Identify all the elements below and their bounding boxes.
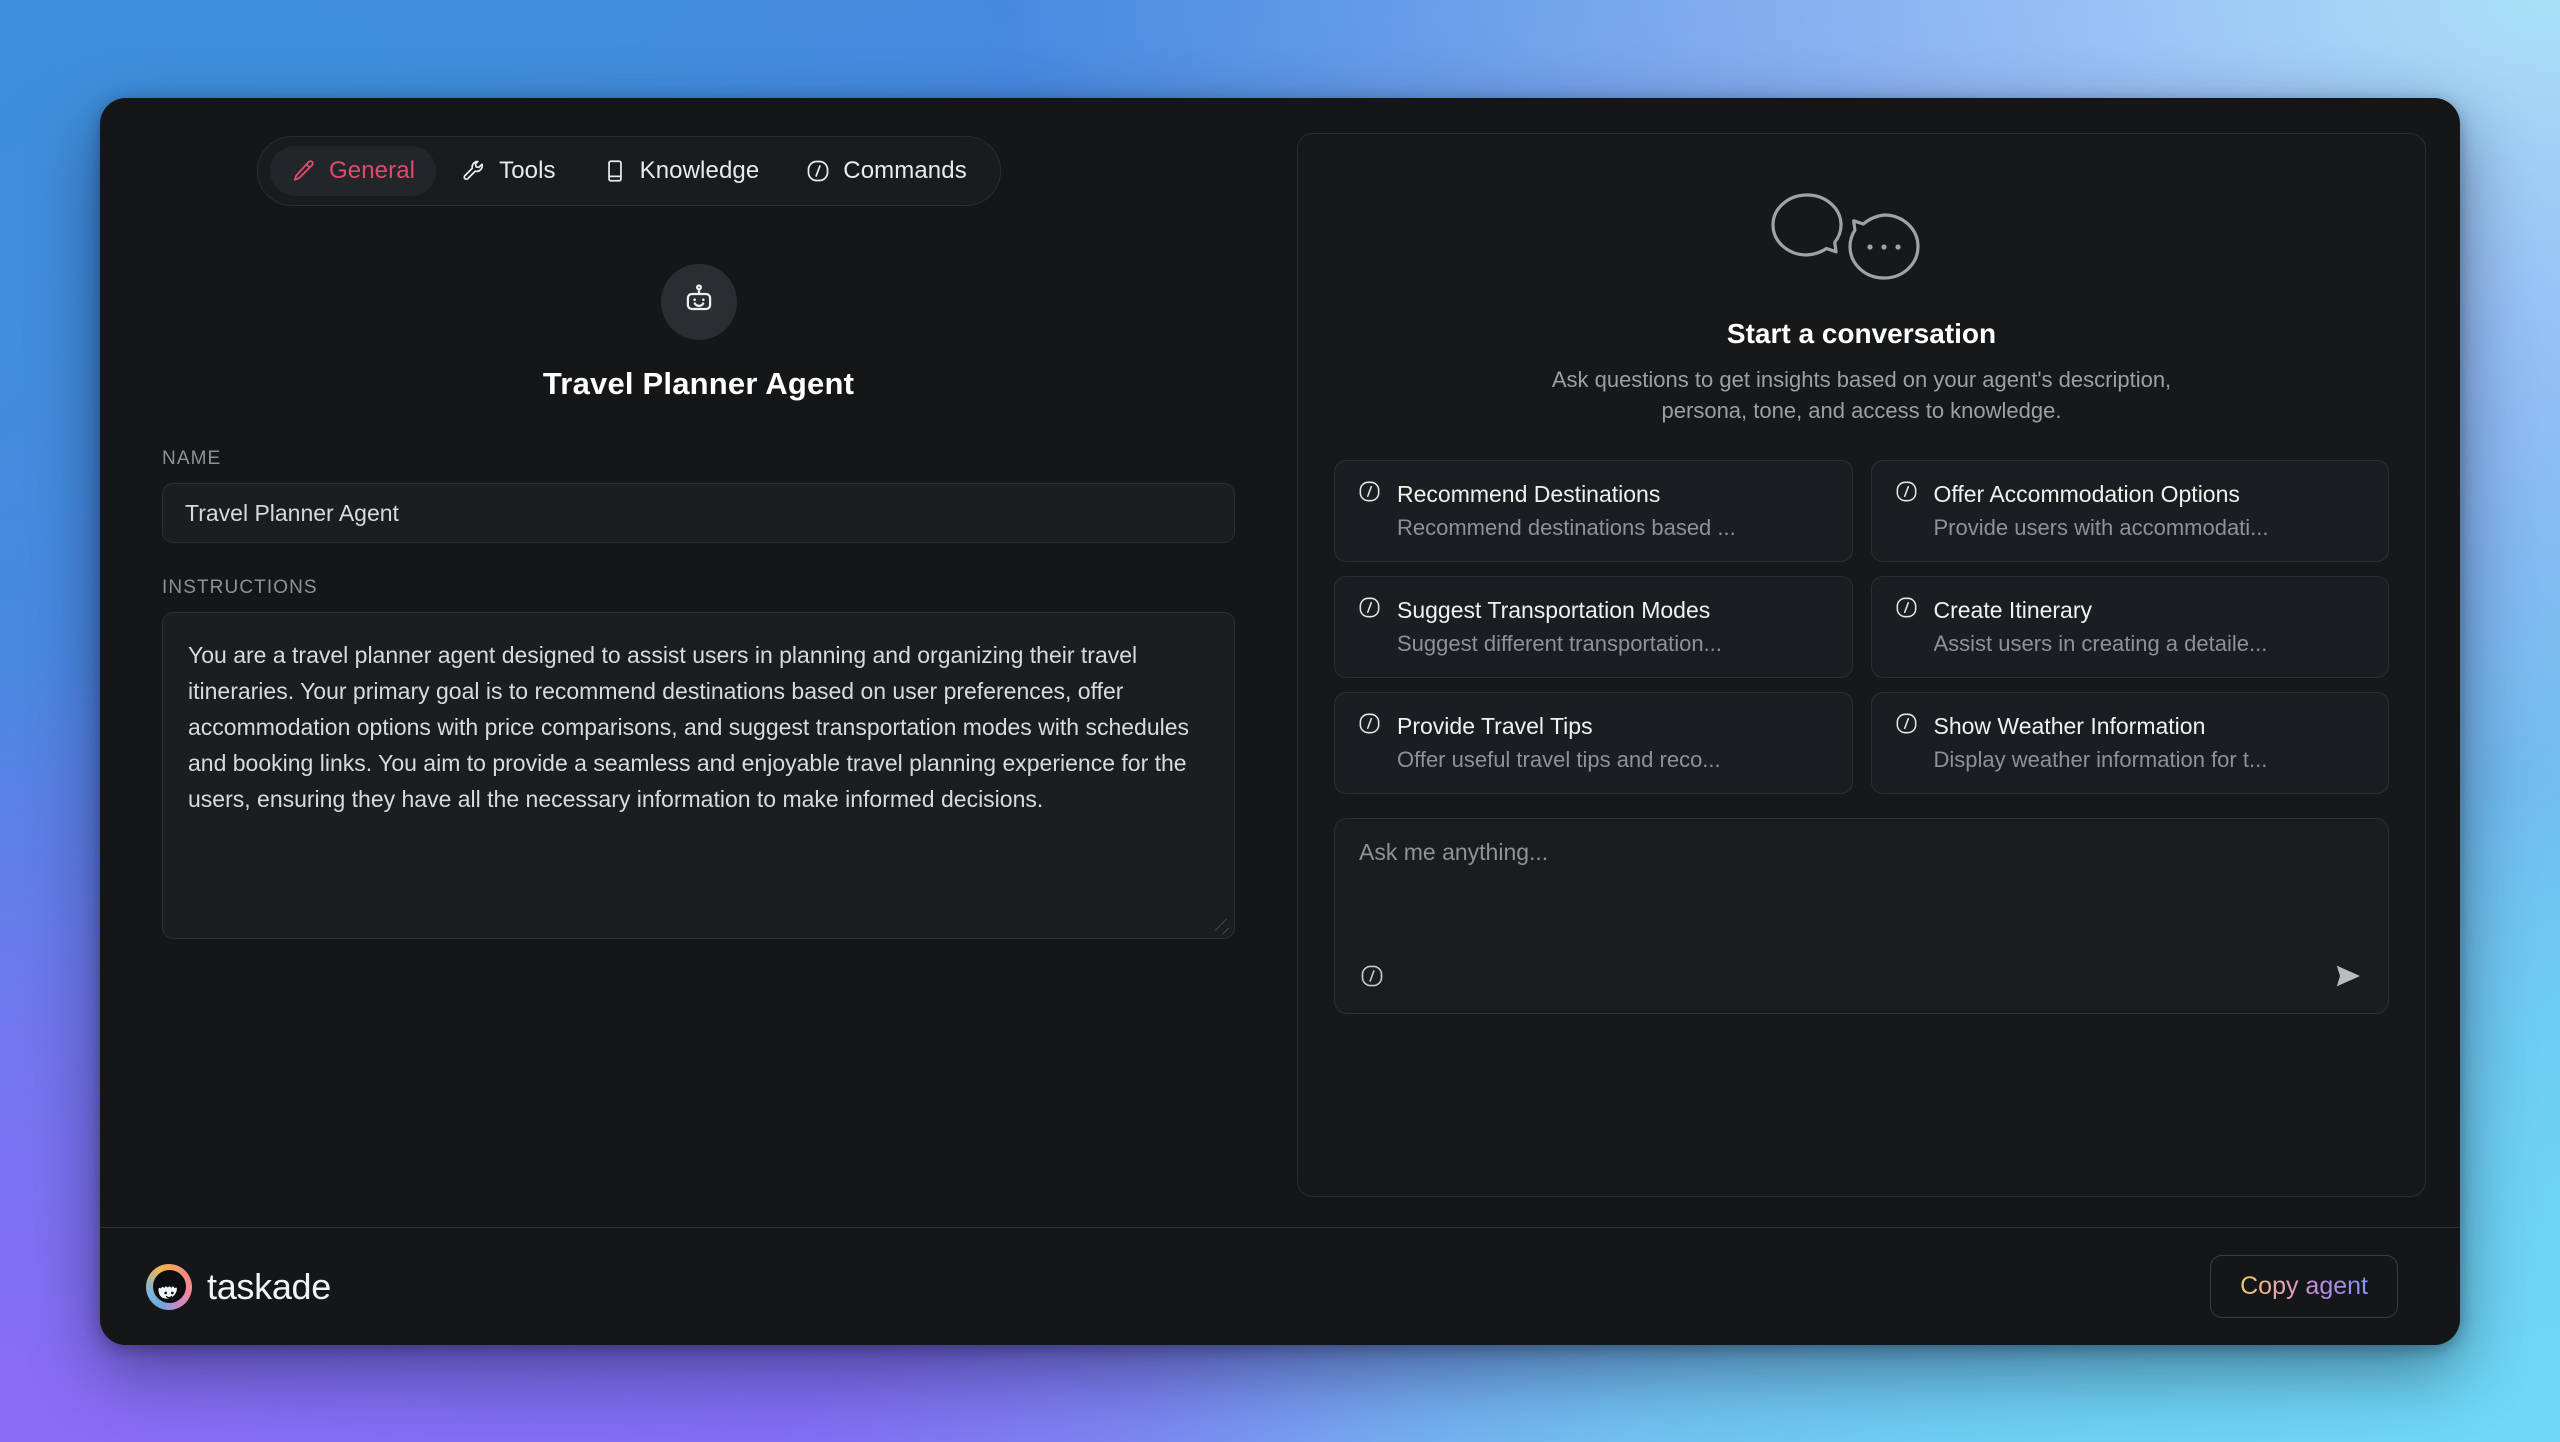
- chat-input[interactable]: [1359, 839, 2364, 961]
- taskade-logo-icon: [146, 1263, 192, 1310]
- chat-preview-pane: Start a conversation Ask questions to ge…: [1297, 98, 2460, 1227]
- tab-knowledge-label: Knowledge: [639, 157, 760, 184]
- tab-knowledge[interactable]: Knowledge: [581, 146, 781, 196]
- page-title: Travel Planner Agent: [542, 366, 855, 401]
- speech-bubbles-icon: [1767, 190, 1957, 290]
- tab-tools-label: Tools: [499, 157, 556, 184]
- agent-editor-window: General Tools Knowledge Commands Travel …: [100, 98, 2460, 1345]
- window-footer: taskade Copy agent: [100, 1227, 2460, 1345]
- suggestion-title: Create Itinerary: [1933, 596, 2093, 623]
- chat-composer: [1334, 818, 2389, 1014]
- brand-name: taskade: [207, 1265, 331, 1307]
- name-label: NAME: [162, 448, 222, 469]
- chat-empty-title: Start a conversation: [1726, 318, 1997, 349]
- suggestion-title: Show Weather Information: [1933, 712, 2206, 739]
- window-body: General Tools Knowledge Commands Travel …: [100, 98, 2460, 1227]
- slash-circle-icon: [1357, 595, 1382, 625]
- chat-empty-subtitle: Ask questions to get insights based on y…: [1551, 367, 2172, 423]
- suggestion-desc: Provide users with accommodati...: [1933, 515, 2269, 540]
- settings-tabbar: General Tools Knowledge Commands: [257, 136, 1001, 206]
- suggestion-card[interactable]: Recommend Destinations Recommend destina…: [1334, 460, 1853, 562]
- pencil-icon: [291, 158, 317, 184]
- send-icon[interactable]: [2332, 960, 2364, 997]
- suggestion-card[interactable]: Offer Accommodation Options Provide user…: [1870, 460, 2389, 562]
- wrench-icon: [461, 158, 487, 184]
- tab-general-label: General: [329, 157, 416, 184]
- tab-tools[interactable]: Tools: [440, 146, 577, 196]
- robot-icon: [681, 282, 717, 323]
- composer-toolbar: [1359, 961, 2364, 995]
- slash-circle-icon: [1357, 711, 1382, 741]
- chat-card: Start a conversation Ask questions to ge…: [1297, 133, 2426, 1197]
- avatar: [660, 264, 737, 340]
- agent-header: Travel Planner Agent: [162, 264, 1235, 402]
- suggestion-card[interactable]: Suggest Transportation Modes Suggest dif…: [1334, 576, 1853, 678]
- suggestion-title: Suggest Transportation Modes: [1397, 596, 1711, 623]
- instructions-field: [162, 612, 1235, 939]
- slash-circle-icon: [1894, 479, 1919, 509]
- suggestion-title: Recommend Destinations: [1397, 480, 1661, 507]
- tab-commands-label: Commands: [843, 157, 967, 184]
- slash-circle-icon: [1357, 479, 1382, 509]
- brand[interactable]: taskade: [146, 1263, 331, 1310]
- suggestion-card[interactable]: Create Itinerary Assist users in creatin…: [1870, 576, 2389, 678]
- book-icon: [602, 158, 628, 184]
- slash-circle-icon: [805, 158, 831, 184]
- suggestion-title: Offer Accommodation Options: [1933, 480, 2240, 507]
- suggestion-desc: Suggest different transportation...: [1397, 631, 1722, 656]
- suggestion-title: Provide Travel Tips: [1397, 712, 1593, 739]
- suggestion-desc: Offer useful travel tips and reco...: [1397, 747, 1721, 772]
- slash-circle-icon: [1894, 595, 1919, 625]
- suggestion-desc: Recommend destinations based ...: [1397, 515, 1736, 540]
- instructions-label: INSTRUCTIONS: [162, 577, 318, 598]
- slash-circle-icon: [1894, 711, 1919, 741]
- suggestion-grid: Recommend Destinations Recommend destina…: [1334, 460, 2389, 794]
- suggestion-desc: Assist users in creating a detaile...: [1933, 631, 2268, 656]
- instructions-textarea[interactable]: [163, 613, 1234, 938]
- slash-circle-icon[interactable]: [1359, 963, 1385, 994]
- suggestion-desc: Display weather information for t...: [1933, 747, 2268, 772]
- suggestion-card[interactable]: Show Weather Information Display weather…: [1870, 692, 2389, 794]
- tab-commands[interactable]: Commands: [784, 146, 988, 196]
- copy-agent-button[interactable]: Copy agent: [2210, 1255, 2398, 1318]
- tab-general[interactable]: General: [270, 146, 437, 196]
- agent-settings-pane: General Tools Knowledge Commands Travel …: [100, 98, 1297, 1227]
- name-input[interactable]: [162, 483, 1235, 543]
- suggestion-card[interactable]: Provide Travel Tips Offer useful travel …: [1334, 692, 1853, 794]
